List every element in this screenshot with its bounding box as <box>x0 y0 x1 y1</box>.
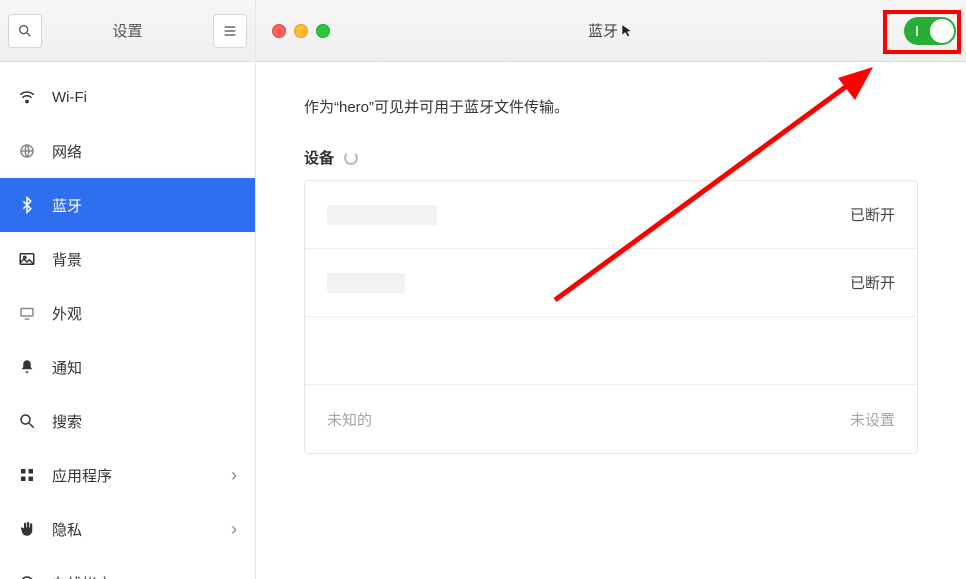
hand-icon <box>18 520 36 538</box>
window-controls <box>272 24 330 38</box>
sidebar-header: 设置 <box>0 0 255 62</box>
content-area: 作为“hero”可见并可用于蓝牙文件传输。 设备 已断开 已断开 <box>256 62 966 579</box>
network-icon <box>18 142 36 160</box>
cursor-icon <box>620 24 634 38</box>
devices-label-text: 设备 <box>304 147 334 168</box>
device-row[interactable]: 未知的 未设置 <box>305 385 917 453</box>
device-status: 已断开 <box>850 272 895 293</box>
sidebar-item-search[interactable]: 搜索 <box>0 394 255 448</box>
sidebar-item-appearance[interactable]: 外观 <box>0 286 255 340</box>
sidebar-item-privacy[interactable]: 隐私 › <box>0 502 255 556</box>
devices-heading: 设备 <box>304 147 918 168</box>
chevron-right-icon: › <box>231 465 237 486</box>
sidebar-item-network[interactable]: 网络 <box>0 124 255 178</box>
device-row[interactable]: 已断开 <box>305 249 917 317</box>
sidebar-item-label: Wi-Fi <box>52 89 237 106</box>
bell-icon <box>18 358 36 376</box>
sidebar-item-label: 应用程序 <box>52 465 215 486</box>
sidebar-item-label: 隐私 <box>52 519 215 540</box>
titlebar: 蓝牙 <box>256 0 966 62</box>
search-icon <box>18 412 36 430</box>
window-title-text: 蓝牙 <box>588 20 618 41</box>
minimize-window-button[interactable] <box>294 24 308 38</box>
online-accounts-icon <box>18 574 36 579</box>
device-row[interactable]: 已断开 <box>305 181 917 249</box>
sidebar-item-label: 蓝牙 <box>52 195 237 216</box>
maximize-window-button[interactable] <box>316 24 330 38</box>
close-window-button[interactable] <box>272 24 286 38</box>
sidebar: 设置 Wi-Fi 网络 蓝牙 <box>0 0 256 579</box>
sidebar-item-background[interactable]: 背景 <box>0 232 255 286</box>
device-name-redacted <box>327 205 437 225</box>
device-row[interactable] <box>305 317 917 385</box>
main-panel: 蓝牙 作为“hero”可见并可用于蓝牙文件传输。 设备 已断开 <box>256 0 966 579</box>
sidebar-item-label: 网络 <box>52 141 237 162</box>
bluetooth-toggle[interactable] <box>904 17 956 45</box>
window-title: 蓝牙 <box>588 20 634 41</box>
sidebar-item-online-accounts[interactable]: 在线帐户 <box>0 556 255 579</box>
sidebar-item-notifications[interactable]: 通知 <box>0 340 255 394</box>
sidebar-item-label: 背景 <box>52 249 237 270</box>
sidebar-list: Wi-Fi 网络 蓝牙 背景 <box>0 62 255 579</box>
loading-spinner-icon <box>344 151 358 165</box>
sidebar-item-label: 在线帐户 <box>52 573 237 579</box>
sidebar-item-bluetooth[interactable]: 蓝牙 <box>0 178 255 232</box>
bluetooth-icon <box>18 196 36 214</box>
device-status: 已断开 <box>850 204 895 225</box>
device-list: 已断开 已断开 未知的 未设置 <box>304 180 918 454</box>
sidebar-item-label: 外观 <box>52 303 237 324</box>
sidebar-item-wifi[interactable]: Wi-Fi <box>0 70 255 124</box>
device-name: 未知的 <box>327 409 372 430</box>
visibility-info: 作为“hero”可见并可用于蓝牙文件传输。 <box>304 96 918 117</box>
wifi-icon <box>18 88 36 106</box>
device-status: 未设置 <box>850 409 895 430</box>
search-button[interactable] <box>8 14 42 48</box>
menu-button[interactable] <box>213 14 247 48</box>
sidebar-item-label: 搜索 <box>52 411 237 432</box>
apps-icon <box>18 466 36 484</box>
appearance-icon <box>18 304 36 322</box>
settings-title: 设置 <box>50 20 205 41</box>
sidebar-item-label: 通知 <box>52 357 237 378</box>
image-icon <box>18 250 36 268</box>
sidebar-item-applications[interactable]: 应用程序 › <box>0 448 255 502</box>
chevron-right-icon: › <box>231 519 237 540</box>
device-name-redacted <box>327 273 405 293</box>
